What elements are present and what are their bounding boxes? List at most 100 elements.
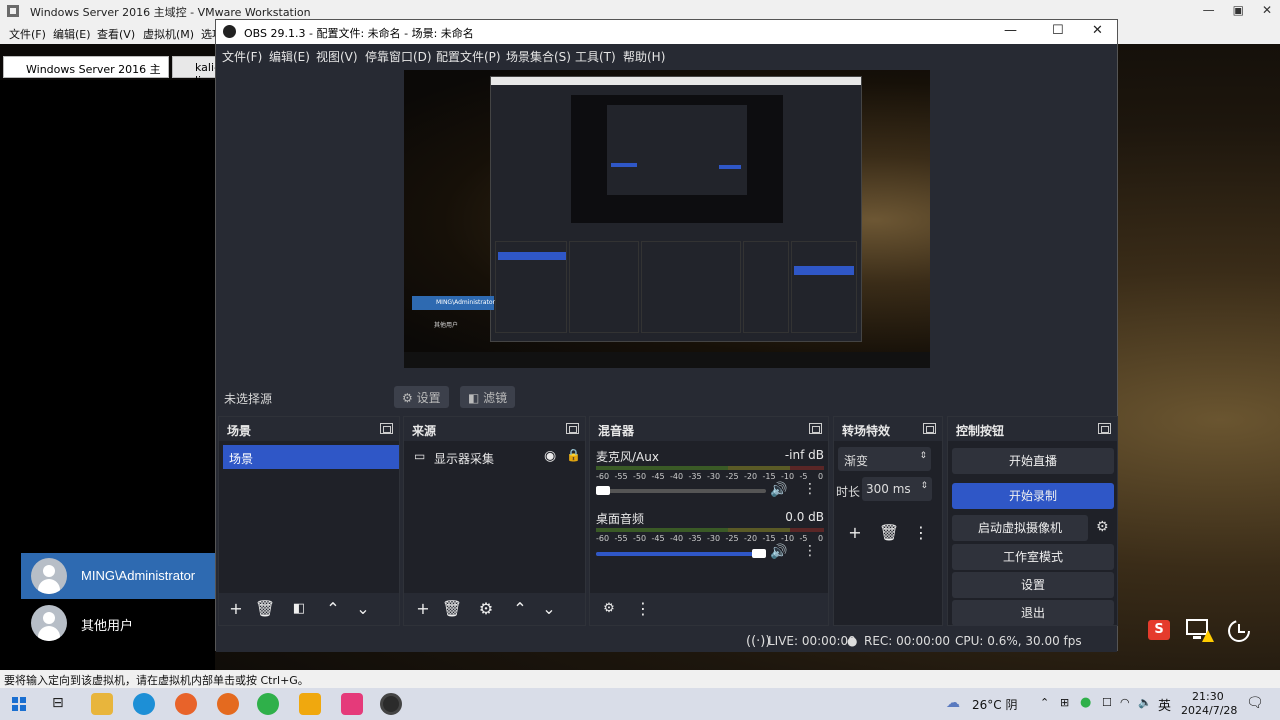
wechat-tray-icon[interactable]: ● xyxy=(1080,695,1091,710)
tray-app-icon[interactable]: ☐ xyxy=(1102,696,1112,709)
vmware-status-message: 要将输入定向到该虚拟机，请在虚拟机内部单击或按 Ctrl+G。 xyxy=(0,670,1280,688)
tray-icon[interactable]: ⊞ xyxy=(1060,696,1069,709)
ease-of-access-icon[interactable] xyxy=(1226,618,1252,649)
notification-icon[interactable]: 🗨 xyxy=(1246,695,1264,711)
edge-icon[interactable] xyxy=(133,693,155,715)
clock-date[interactable]: 2024/7/28 xyxy=(1181,704,1237,717)
obs-menu-help[interactable]: 帮助(H) xyxy=(623,48,665,65)
weather-text[interactable]: 26°C 阴 xyxy=(972,696,1017,713)
close-icon[interactable]: ✕ xyxy=(1262,3,1272,17)
volume-slider[interactable] xyxy=(596,486,766,495)
move-down-icon[interactable]: ⌄ xyxy=(352,599,374,619)
more-options-icon[interactable]: ⋮ xyxy=(803,543,817,559)
speaker-icon[interactable]: 🔊 xyxy=(770,482,787,498)
exit-button[interactable]: 退出 xyxy=(952,600,1114,626)
lock-icon[interactable]: 🔒 xyxy=(566,448,581,462)
obs-menu-scene-collection[interactable]: 场景集合(S) xyxy=(506,48,571,65)
add-source-icon[interactable]: + xyxy=(412,599,434,619)
clock-time[interactable]: 21:30 xyxy=(1192,690,1224,703)
vm-menu-edit[interactable]: 编辑(E) xyxy=(53,26,91,42)
scene-filters-icon[interactable]: ◧ xyxy=(288,599,310,619)
obs-menu-file[interactable]: 文件(F) xyxy=(222,48,262,65)
trash-icon[interactable]: 🗑 xyxy=(441,599,463,619)
gear-icon[interactable]: ⚙ xyxy=(1096,519,1109,535)
file-explorer-icon[interactable] xyxy=(91,693,113,715)
obs-menu-view[interactable]: 视图(V) xyxy=(316,48,358,65)
move-down-icon[interactable]: ⌄ xyxy=(538,599,560,619)
obs-app-icon[interactable] xyxy=(380,693,402,715)
chevron-up-icon[interactable]: ⌃ xyxy=(1040,696,1049,709)
close-icon[interactable]: ✕ xyxy=(1092,23,1103,38)
vm-menu-vm[interactable]: 虚拟机(M) xyxy=(143,26,194,42)
login-user-other[interactable]: 其他用户 xyxy=(21,600,215,644)
undock-icon[interactable] xyxy=(1098,423,1111,434)
minimize-icon[interactable]: — xyxy=(1203,3,1215,17)
search-app-icon[interactable] xyxy=(217,693,239,715)
preview-other-user: 其他用户 xyxy=(434,322,459,329)
obs-menu-docks[interactable]: 停靠窗口(D) xyxy=(365,48,432,65)
more-options-icon[interactable]: ⋮ xyxy=(803,481,817,497)
scene-list-item[interactable]: 场景 xyxy=(223,445,399,469)
transition-select[interactable]: 渐变 ⇕ xyxy=(838,447,931,471)
source-properties-button[interactable]: ⚙ 设置 xyxy=(394,386,449,408)
firefox-icon[interactable] xyxy=(175,693,197,715)
source-name: 显示器采集 xyxy=(434,452,495,466)
windows-start-icon[interactable] xyxy=(12,697,26,711)
obs-menu-profile[interactable]: 配置文件(P) xyxy=(436,48,501,65)
add-transition-icon[interactable]: + xyxy=(844,523,866,543)
start-virtual-camera-button[interactable]: 启动虚拟摄像机 xyxy=(952,515,1088,541)
obs-menu-tools[interactable]: 工具(T) xyxy=(575,48,616,65)
trash-icon[interactable]: 🗑 xyxy=(254,599,276,619)
trash-icon[interactable]: 🗑 xyxy=(878,523,900,543)
eye-icon[interactable]: ◉ xyxy=(544,448,556,464)
user-name: 其他用户 xyxy=(81,618,134,633)
studio-mode-button[interactable]: 工作室模式 xyxy=(952,544,1114,570)
ime-indicator[interactable]: 英 xyxy=(1158,695,1171,714)
gear-icon[interactable]: ⚙ xyxy=(475,599,497,619)
vm-menu-file[interactable]: 文件(F) xyxy=(9,26,46,42)
wechat-icon[interactable] xyxy=(257,693,279,715)
network-warning-icon[interactable] xyxy=(1186,618,1214,649)
meter-tick-label: -10 xyxy=(781,534,795,543)
speaker-icon[interactable]: 🔊 xyxy=(770,544,787,560)
more-options-icon[interactable]: ⋮ xyxy=(632,599,654,619)
vmware-app-icon[interactable] xyxy=(299,693,321,715)
preview-canvas[interactable]: MING\Administrator 其他用户 xyxy=(404,70,930,368)
meter-tick-label: -40 xyxy=(670,534,684,543)
duration-input[interactable]: 300 ms ⇕ xyxy=(862,477,932,501)
maximize-icon[interactable]: ☐ xyxy=(1052,23,1064,38)
sogou-ime-icon[interactable]: S xyxy=(1148,620,1170,640)
undock-icon[interactable] xyxy=(923,423,936,434)
start-streaming-button[interactable]: 开始直播 xyxy=(952,448,1114,474)
obs-menu-edit[interactable]: 编辑(E) xyxy=(269,48,310,65)
vm-menu-view[interactable]: 查看(V) xyxy=(97,26,135,42)
bilibili-icon[interactable] xyxy=(341,693,363,715)
obs-menubar: 文件(F) 编辑(E) 视图(V) 停靠窗口(D) 配置文件(P) 场景集合(S… xyxy=(216,44,1117,66)
vmware-tabs: Windows Server 2016 主域控 ✕ kali-li xyxy=(0,50,222,92)
add-scene-icon[interactable]: + xyxy=(225,599,247,619)
maximize-icon[interactable]: ▣ xyxy=(1233,3,1244,17)
undock-icon[interactable] xyxy=(809,423,822,434)
login-user-administrator[interactable]: MING\Administrator xyxy=(21,553,215,599)
volume-icon[interactable]: 🔈 xyxy=(1138,696,1152,709)
move-up-icon[interactable]: ⌃ xyxy=(509,599,531,619)
meter-tick-label: -10 xyxy=(781,472,795,481)
undock-icon[interactable] xyxy=(380,423,393,434)
more-options-icon[interactable]: ⋮ xyxy=(910,523,932,543)
source-list-item[interactable]: ▭ 显示器采集 ◉ 🔒 xyxy=(408,445,582,469)
settings-button[interactable]: 设置 xyxy=(952,572,1114,598)
undock-icon[interactable] xyxy=(566,423,579,434)
start-recording-button[interactable]: 开始录制 xyxy=(952,483,1114,509)
task-view-icon[interactable]: ⊟ xyxy=(52,695,64,711)
meter-tick-label: -20 xyxy=(744,534,758,543)
duration-value: 300 ms xyxy=(866,482,911,496)
move-up-icon[interactable]: ⌃ xyxy=(322,599,344,619)
vm-tab-active[interactable]: Windows Server 2016 主域控 ✕ xyxy=(3,56,169,92)
minimize-icon[interactable]: — xyxy=(1004,23,1017,38)
advanced-audio-icon[interactable]: ⚙ xyxy=(598,599,620,619)
source-filters-button[interactable]: ◧ 滤镜 xyxy=(460,386,516,408)
wifi-icon[interactable]: ◠ xyxy=(1120,696,1130,709)
volume-slider[interactable] xyxy=(596,549,766,558)
mixer-channel-name: 麦克风/Aux xyxy=(596,450,659,464)
preview-taskbar xyxy=(404,352,930,368)
